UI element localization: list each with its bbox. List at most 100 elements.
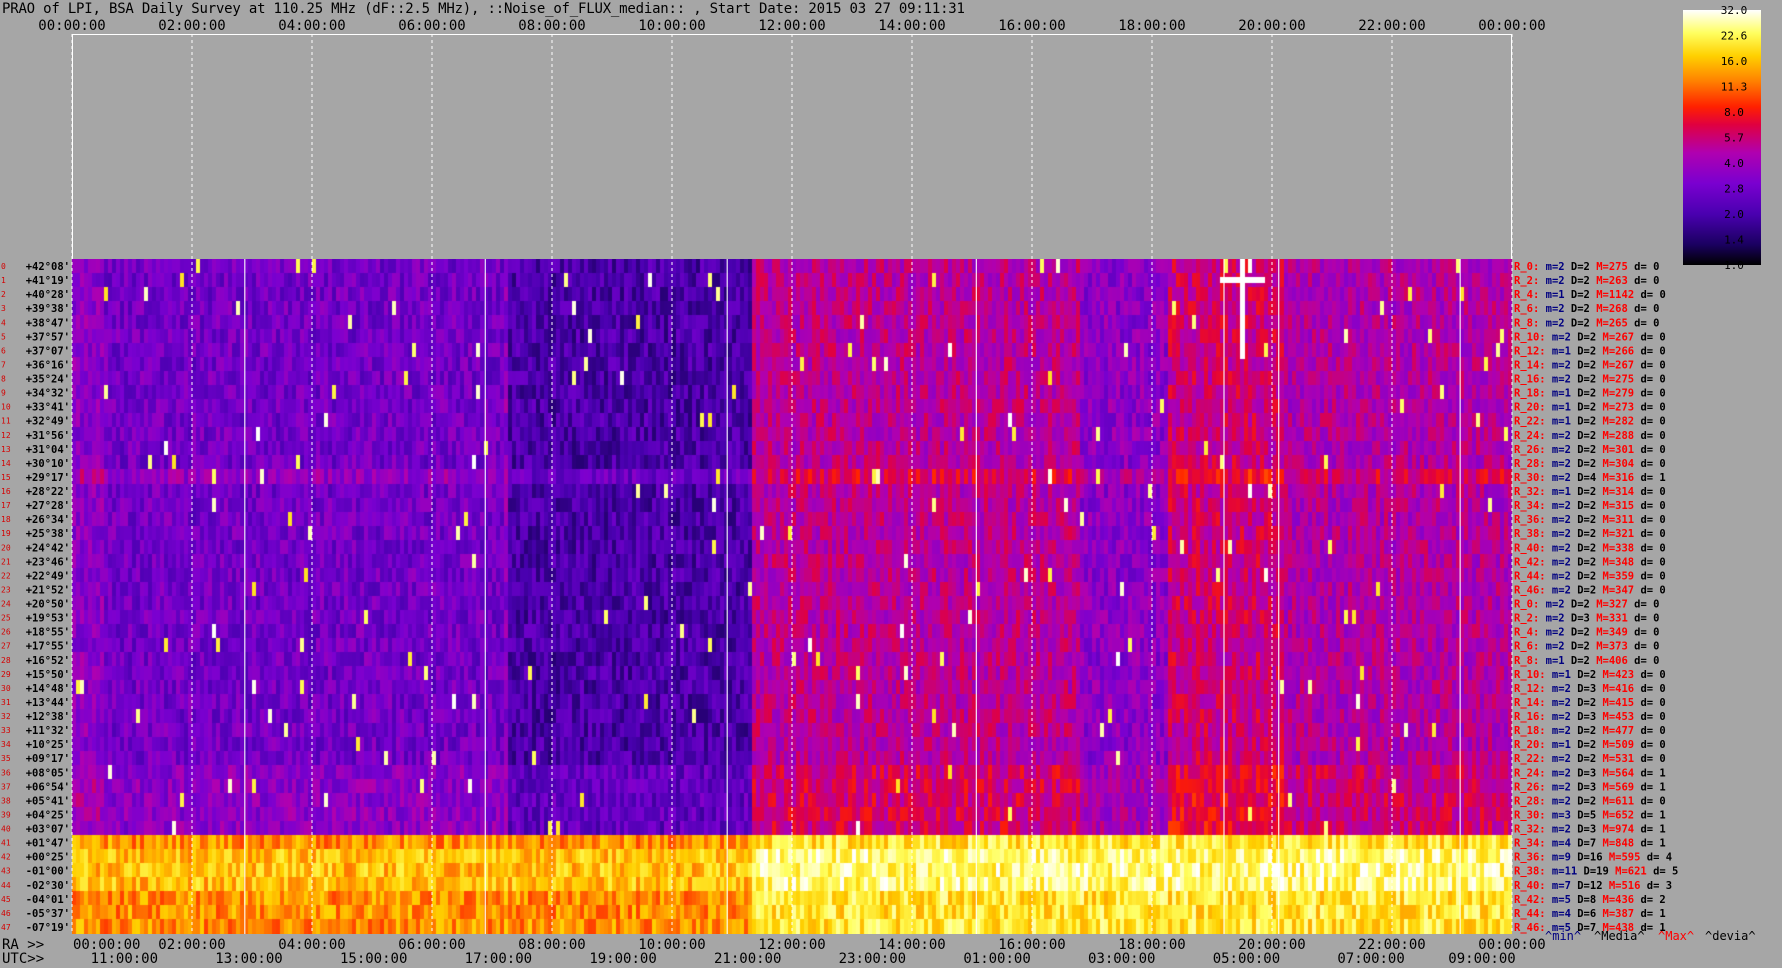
declination-label: -01°00' (26, 866, 70, 878)
utc-tick-label: 03:00:00 (1088, 951, 1155, 967)
declination-label: +27°28' (26, 500, 70, 512)
legend-item: ^min^ (1545, 929, 1581, 943)
row-stat: R_42: m=5 D=8 M=436 d= 2 (1514, 894, 1666, 906)
declination-label: +36°16' (26, 359, 70, 371)
utc-tick-label: 09:00:00 (1448, 951, 1515, 967)
declination-label: +14°48' (26, 683, 70, 695)
row-stat: R_32: m=2 D=3 M=974 d= 1 (1514, 824, 1666, 836)
ra-tick-label: 16:00:00 (998, 937, 1065, 953)
ra-tick-label: 12:00:00 (758, 937, 825, 953)
row-index-label: 9 (1, 389, 6, 398)
row-stat: R_38: m=11 D=19 M=621 d= 5 (1514, 866, 1678, 878)
row-index-label: 24 (1, 600, 11, 609)
declination-label: -02°30' (26, 880, 70, 892)
declination-label: +41°19' (26, 275, 70, 287)
declination-label: +35°24' (26, 374, 70, 386)
top-tick-label: 20:00:00 (1238, 18, 1305, 34)
row-stat: R_18: m=1 D=2 M=279 d= 0 (1514, 388, 1666, 400)
row-stat: R_24: m=2 D=3 M=564 d= 1 (1514, 767, 1666, 779)
top-tick-label: 22:00:00 (1358, 18, 1425, 34)
heatmap (72, 259, 1512, 934)
declination-label: +29°17' (26, 472, 70, 484)
row-stat: R_46: m=5 D=7 M=438 d= 1 (1514, 922, 1666, 934)
row-index-label: 18 (1, 515, 11, 524)
row-index-label: 32 (1, 712, 11, 721)
row-index-label: 21 (1, 557, 11, 566)
colorbar (1683, 10, 1761, 265)
utc-axis-prefix: UTC>> (2, 951, 44, 967)
ra-tick-label: 10:00:00 (638, 937, 705, 953)
top-tick-label: 10:00:00 (638, 18, 705, 34)
top-tick-label: 12:00:00 (758, 18, 825, 34)
declination-label: +25°38' (26, 528, 70, 540)
declination-label: +08°05' (26, 767, 70, 779)
row-stat: R_38: m=2 D=2 M=321 d= 0 (1514, 528, 1666, 540)
declination-label: +05°41' (26, 795, 70, 807)
declination-label: +42°08' (26, 261, 70, 273)
row-stat: R_42: m=2 D=2 M=348 d= 0 (1514, 556, 1666, 568)
declination-label: +00°25' (26, 852, 70, 864)
declination-label: +09°17' (26, 753, 70, 765)
row-stat: R_36: m=2 D=2 M=311 d= 0 (1514, 514, 1666, 526)
declination-label: +12°38' (26, 711, 70, 723)
legend-item: ^Media^ (1594, 929, 1645, 943)
row-index-label: 23 (1, 585, 11, 594)
row-stat: R_22: m=1 D=2 M=282 d= 0 (1514, 416, 1666, 428)
row-stat: R_14: m=2 D=2 M=267 d= 0 (1514, 359, 1666, 371)
row-index-label: 38 (1, 796, 11, 805)
row-index-label: 26 (1, 628, 11, 637)
row-index-label: 15 (1, 473, 11, 482)
row-index-label: 17 (1, 501, 11, 510)
row-stat: R_44: m=2 D=2 M=359 d= 0 (1514, 570, 1666, 582)
declination-label: +32°49' (26, 416, 70, 428)
row-stat: R_6: m=2 D=2 M=268 d= 0 (1514, 303, 1659, 315)
row-index-label: 30 (1, 684, 11, 693)
declination-label: +33°41' (26, 402, 70, 414)
row-index-label: 4 (1, 318, 6, 327)
ra-tick-label: 02:00:00 (158, 937, 225, 953)
ra-tick-label: 04:00:00 (278, 937, 345, 953)
ra-tick-label: 08:00:00 (518, 937, 585, 953)
utc-tick-label: 21:00:00 (714, 951, 781, 967)
row-stat: R_18: m=2 D=2 M=477 d= 0 (1514, 725, 1666, 737)
row-index-label: 47 (1, 923, 11, 932)
row-index-label: 39 (1, 810, 11, 819)
utc-tick-label: 19:00:00 (589, 951, 656, 967)
utc-tick-label: 17:00:00 (465, 951, 532, 967)
declination-label: +13°44' (26, 697, 70, 709)
row-index-label: 40 (1, 825, 11, 834)
utc-tick-label: 11:00:00 (91, 951, 158, 967)
declination-label: +16°52' (26, 655, 70, 667)
row-stat: R_8: m=2 D=2 M=265 d= 0 (1514, 317, 1659, 329)
declination-label: +30°10' (26, 458, 70, 470)
row-index-label: 6 (1, 346, 6, 355)
declination-label: -07°19' (26, 922, 70, 934)
utc-tick-label: 23:00:00 (839, 951, 906, 967)
ra-tick-label: 14:00:00 (878, 937, 945, 953)
chart-title: PRAO of LPI, BSA Daily Survey at 110.25 … (2, 1, 965, 17)
row-stat: R_28: m=2 D=2 M=304 d= 0 (1514, 458, 1666, 470)
ra-tick-label: 06:00:00 (398, 937, 465, 953)
row-index-label: 10 (1, 403, 11, 412)
row-stat: R_8: m=1 D=2 M=406 d= 0 (1514, 655, 1659, 667)
row-index-label: 29 (1, 670, 11, 679)
row-index-label: 37 (1, 782, 11, 791)
row-index-label: 31 (1, 698, 11, 707)
top-tick-label: 14:00:00 (878, 18, 945, 34)
top-tick-label: 00:00:00 (38, 18, 105, 34)
row-index-label: 8 (1, 375, 6, 384)
row-stat: R_40: m=7 D=12 M=516 d= 3 (1514, 880, 1672, 892)
row-index-label: 16 (1, 487, 11, 496)
declination-label: +34°32' (26, 388, 70, 400)
utc-tick-label: 05:00:00 (1213, 951, 1280, 967)
row-index-label: 27 (1, 642, 11, 651)
declination-label: +31°04' (26, 444, 70, 456)
ra-tick-label: 00:00:00 (73, 937, 140, 953)
row-index-label: 11 (1, 417, 11, 426)
row-index-label: 2 (1, 290, 6, 299)
legend-item: ^Max^ (1658, 929, 1694, 943)
declination-label: +03°07' (26, 824, 70, 836)
declination-label: -05°37' (26, 908, 70, 920)
declination-label: +04°25' (26, 809, 70, 821)
row-stat: R_14: m=2 D=2 M=415 d= 0 (1514, 697, 1666, 709)
